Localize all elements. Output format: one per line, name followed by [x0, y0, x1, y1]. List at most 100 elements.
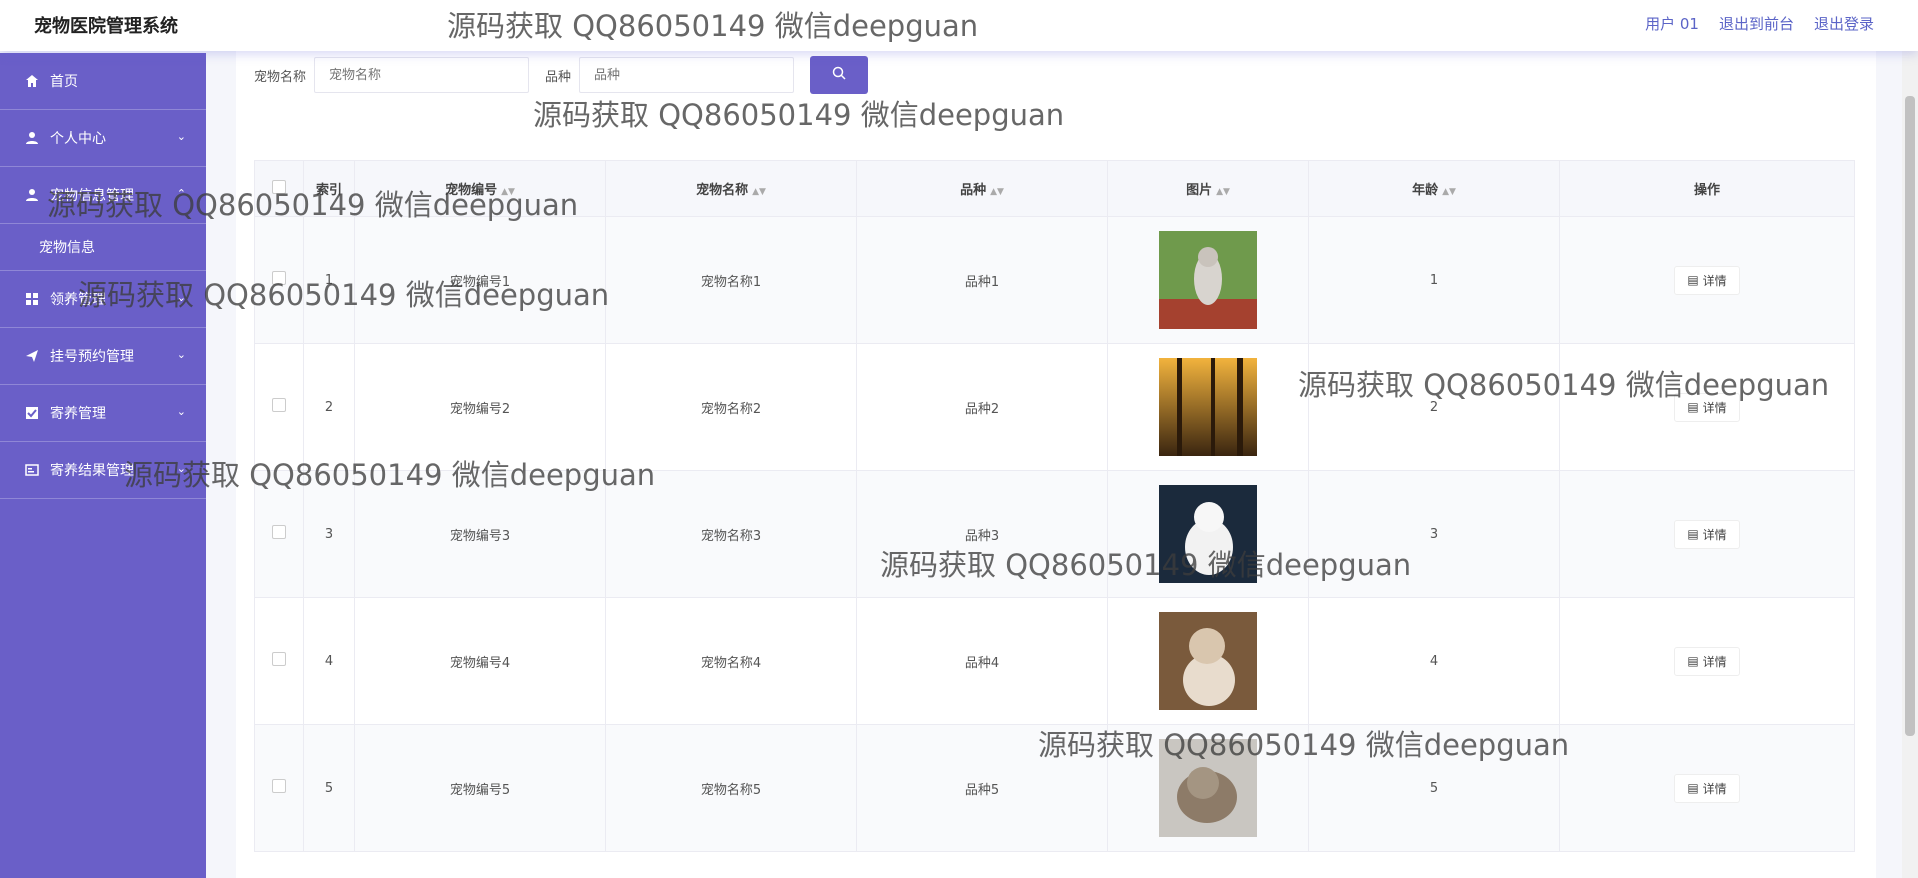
table-row: 2 宠物编号2 宠物名称2 品种2 2 ▤ 详情 — [254, 343, 1855, 471]
row-checkbox[interactable] — [272, 398, 286, 412]
pet-photo[interactable] — [1159, 231, 1257, 329]
document-icon: ▤ — [1687, 527, 1699, 541]
sidebar-item-boarding-result-management[interactable]: 寄养结果管理 ⌄ — [0, 442, 206, 499]
card-icon — [24, 462, 40, 478]
grid-icon — [24, 291, 40, 307]
row-checkbox[interactable] — [272, 271, 286, 285]
chevron-down-icon: ⌄ — [176, 405, 186, 418]
chevron-down-icon: ⌄ — [176, 348, 186, 361]
sidebar-item-label: 挂号预约管理 — [50, 349, 134, 365]
sort-icon[interactable]: ▲▼ — [501, 187, 515, 197]
search-bar: 宠物名称 品种 — [254, 56, 869, 94]
detail-button[interactable]: ▤ 详情 — [1674, 519, 1740, 549]
document-icon: ▤ — [1687, 400, 1699, 414]
checkbox-icon — [24, 405, 40, 421]
row-checkbox[interactable] — [272, 652, 286, 666]
exit-to-front-link[interactable]: 退出到前台 — [1719, 13, 1794, 34]
chevron-down-icon: ⌄ — [176, 130, 186, 143]
cell-pet-name: 宠物名称3 — [605, 470, 857, 598]
cell-image — [1107, 597, 1309, 725]
header-index: 索引 — [303, 160, 355, 217]
sidebar-subitem-pet-info[interactable]: 宠物信息 — [0, 224, 206, 271]
cell-pet-code: 宠物编号3 — [354, 470, 606, 598]
header-age[interactable]: 年龄 ▲▼ — [1308, 160, 1560, 217]
sidebar-item-label: 寄养管理 — [50, 406, 106, 422]
user-icon — [24, 187, 40, 203]
sidebar-item-label: 个人中心 — [50, 131, 106, 147]
breed-input[interactable] — [579, 57, 795, 93]
row-checkbox[interactable] — [272, 779, 286, 793]
app-title: 宠物医院管理系统 — [34, 16, 178, 37]
header-breed[interactable]: 品种 ▲▼ — [856, 160, 1108, 217]
search-icon — [832, 66, 846, 84]
chevron-down-icon: ⌄ — [176, 462, 186, 475]
pet-table: 索引 宠物编号 ▲▼ 宠物名称 ▲▼ 品种 ▲▼ 图片 ▲▼ 年龄 ▲▼ 操作 1 宠物编… — [254, 160, 1855, 852]
cell-action: ▤ 详情 — [1559, 597, 1855, 725]
header-pet-code[interactable]: 宠物编号 ▲▼ — [354, 160, 606, 217]
sidebar-item-adoption-management[interactable]: 领养管理 ⌄ — [0, 271, 206, 328]
cell-action: ▤ 详情 — [1559, 343, 1855, 471]
cell-breed: 品种5 — [856, 724, 1108, 852]
header-pet-name[interactable]: 宠物名称 ▲▼ — [605, 160, 857, 217]
cell-image — [1107, 470, 1309, 598]
sort-icon[interactable]: ▲▼ — [1216, 187, 1230, 197]
top-nav: 用户 01 退出到前台 退出登录 — [1645, 13, 1874, 34]
cell-index: 4 — [303, 597, 355, 725]
header-image[interactable]: 图片 ▲▼ — [1107, 160, 1309, 217]
cell-image — [1107, 216, 1309, 344]
detail-button[interactable]: ▤ 详情 — [1674, 265, 1740, 295]
pet-photo[interactable] — [1159, 739, 1257, 837]
chevron-down-icon: ⌄ — [176, 291, 186, 304]
cell-breed: 品种2 — [856, 343, 1108, 471]
sidebar-item-appointment-management[interactable]: 挂号预约管理 ⌄ — [0, 328, 206, 385]
select-all-header — [254, 160, 304, 217]
user-icon — [24, 130, 40, 146]
document-icon: ▤ — [1687, 273, 1699, 287]
current-user-link[interactable]: 用户 01 — [1645, 13, 1699, 34]
cell-breed: 品种3 — [856, 470, 1108, 598]
row-checkbox[interactable] — [272, 525, 286, 539]
cell-age: 1 — [1308, 216, 1560, 344]
logout-link[interactable]: 退出登录 — [1814, 13, 1874, 34]
pet-name-input[interactable] — [314, 57, 530, 93]
document-icon: ▤ — [1687, 781, 1699, 795]
sidebar-item-personal-center[interactable]: 个人中心 ⌄ — [0, 110, 206, 167]
sidebar-item-label: 宠物信息管理 — [50, 188, 134, 204]
cell-pet-code: 宠物编号4 — [354, 597, 606, 725]
table-row: 1 宠物编号1 宠物名称1 品种1 1 ▤ 详情 — [254, 216, 1855, 344]
send-icon — [24, 348, 40, 364]
table-row: 4 宠物编号4 宠物名称4 品种4 4 ▤ 详情 — [254, 597, 1855, 725]
cell-pet-name: 宠物名称1 — [605, 216, 857, 344]
header-action: 操作 — [1559, 160, 1855, 217]
cell-pet-name: 宠物名称5 — [605, 724, 857, 852]
sidebar-item-pet-info-management[interactable]: 宠物信息管理 ⌃ — [0, 167, 206, 224]
cell-age: 4 — [1308, 597, 1560, 725]
breed-label: 品种 — [545, 69, 572, 85]
sidebar-item-label: 领养管理 — [50, 292, 106, 308]
sidebar-item-home[interactable]: 首页 — [0, 53, 206, 110]
sidebar: 首页 个人中心 ⌄ 宠物信息管理 ⌃ 宠物信息 领养管理 ⌄ 挂号预约管理 ⌄ … — [0, 53, 206, 878]
scrollbar-thumb[interactable] — [1905, 96, 1915, 736]
cell-age: 2 — [1308, 343, 1560, 471]
sidebar-item-boarding-management[interactable]: 寄养管理 ⌄ — [0, 385, 206, 442]
cell-age: 5 — [1308, 724, 1560, 852]
sort-icon[interactable]: ▲▼ — [1442, 187, 1456, 197]
pet-photo[interactable] — [1159, 358, 1257, 456]
sort-icon[interactable]: ▲▼ — [990, 187, 1004, 197]
pet-photo[interactable] — [1159, 485, 1257, 583]
sort-icon[interactable]: ▲▼ — [752, 187, 766, 197]
search-button[interactable] — [810, 56, 869, 94]
select-all-checkbox[interactable] — [272, 179, 286, 194]
top-bar: 宠物医院管理系统 用户 01 退出到前台 退出登录 — [0, 0, 1918, 51]
pet-photo[interactable] — [1159, 612, 1257, 710]
detail-button[interactable]: ▤ 详情 — [1674, 392, 1740, 422]
detail-button[interactable]: ▤ 详情 — [1674, 773, 1740, 803]
home-icon — [24, 73, 40, 89]
cell-action: ▤ 详情 — [1559, 216, 1855, 344]
table-row: 3 宠物编号3 宠物名称3 品种3 3 ▤ 详情 — [254, 470, 1855, 598]
cell-action: ▤ 详情 — [1559, 724, 1855, 852]
cell-pet-code: 宠物编号1 — [354, 216, 606, 344]
table-row: 5 宠物编号5 宠物名称5 品种5 5 ▤ 详情 — [254, 724, 1855, 852]
detail-button[interactable]: ▤ 详情 — [1674, 646, 1740, 676]
pet-name-label: 宠物名称 — [254, 69, 307, 85]
